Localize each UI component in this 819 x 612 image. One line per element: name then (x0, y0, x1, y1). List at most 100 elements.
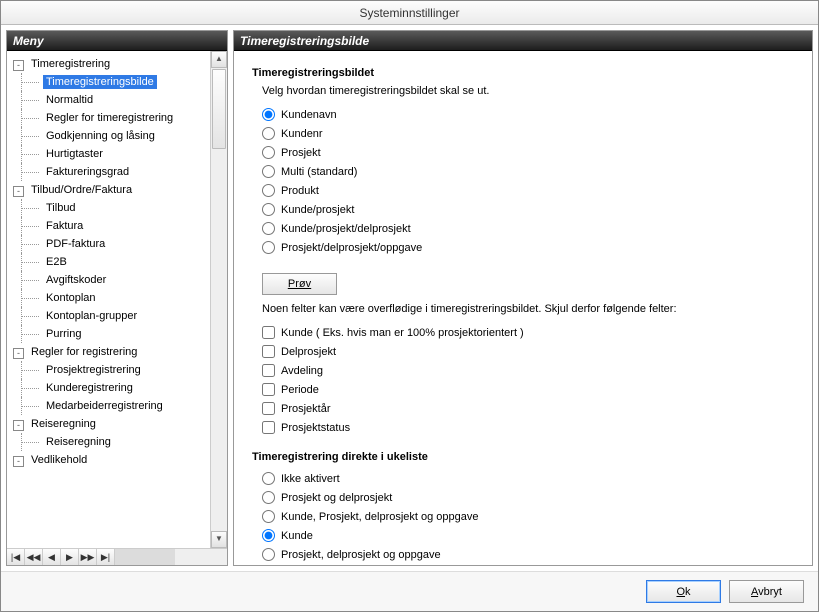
hide-field-checkbox-2[interactable] (262, 364, 275, 377)
vertical-scrollbar[interactable]: ▲ ▼ (210, 51, 227, 548)
tree-tilbud-ordre-faktura[interactable]: -Tilbud/Ordre/Faktura (9, 181, 210, 199)
view-mode-radio-1[interactable] (262, 127, 275, 140)
hide-field-option-2[interactable]: Avdeling (262, 361, 794, 380)
view-mode-option-1[interactable]: Kundenr (262, 124, 794, 143)
weeklist-option-4[interactable]: Prosjekt, delprosjekt og oppgave (262, 545, 794, 564)
view-mode-radio-3[interactable] (262, 165, 275, 178)
tree-normaltid[interactable]: Normaltid (9, 91, 210, 109)
ok-button[interactable]: Ok (646, 580, 721, 603)
hide-field-option-0[interactable]: Kunde ( Eks. hvis man er 100% prosjektor… (262, 323, 794, 342)
view-mode-radio-2[interactable] (262, 146, 275, 159)
tree-avgiftskoder[interactable]: Avgiftskoder (9, 271, 210, 289)
tree-kunderegistrering[interactable]: Kunderegistrering (9, 379, 210, 397)
scroll-down-button[interactable]: ▼ (211, 531, 227, 548)
nav-btn-3[interactable]: ▶ (61, 549, 79, 565)
tree-regler-for-registrering-label[interactable]: Regler for registrering (28, 345, 140, 359)
tree-faktureringsgrad-label[interactable]: Faktureringsgrad (43, 165, 132, 179)
tree-timeregistreringsbilde[interactable]: Timeregistreringsbilde (9, 73, 210, 91)
tree-purring[interactable]: Purring (9, 325, 210, 343)
hide-field-checkbox-0[interactable] (262, 326, 275, 339)
tree-pdf-faktura[interactable]: PDF-faktura (9, 235, 210, 253)
nav-btn-5[interactable]: ▶| (97, 549, 115, 565)
hide-field-checkbox-5[interactable] (262, 421, 275, 434)
tree-prosjektregistrering-label[interactable]: Prosjektregistrering (43, 363, 144, 377)
tree-purring-label[interactable]: Purring (43, 327, 84, 341)
tree-tilbud-ordre-faktura-label[interactable]: Tilbud/Ordre/Faktura (28, 183, 135, 197)
hide-field-option-4[interactable]: Prosjektår (262, 399, 794, 418)
weeklist-option-0[interactable]: Ikke aktivert (262, 469, 794, 488)
view-mode-option-5[interactable]: Kunde/prosjekt (262, 200, 794, 219)
tree-regler-for-registrering[interactable]: -Regler for registrering (9, 343, 210, 361)
scroll-thumb[interactable] (212, 69, 226, 149)
view-mode-option-2[interactable]: Prosjekt (262, 143, 794, 162)
tree-hurtigtaster[interactable]: Hurtigtaster (9, 145, 210, 163)
hide-field-option-3[interactable]: Periode (262, 380, 794, 399)
tree-regler-for-registrering-toggle[interactable]: - (13, 348, 24, 359)
tree-prosjektregistrering[interactable]: Prosjektregistrering (9, 361, 210, 379)
hide-field-option-1[interactable]: Delprosjekt (262, 342, 794, 361)
view-mode-radio-0[interactable] (262, 108, 275, 121)
nav-btn-4[interactable]: ▶▶ (79, 549, 97, 565)
view-mode-radio-4[interactable] (262, 184, 275, 197)
tree-vedlikehold-label[interactable]: Vedlikehold (28, 453, 90, 467)
tree-tilbud-label[interactable]: Tilbud (43, 201, 79, 215)
hide-field-option-5[interactable]: Prosjektstatus (262, 418, 794, 437)
try-button[interactable]: Prøv (262, 273, 337, 295)
nav-btn-1[interactable]: ◀◀ (25, 549, 43, 565)
tree-kunderegistrering-label[interactable]: Kunderegistrering (43, 381, 136, 395)
tree-hurtigtaster-label[interactable]: Hurtigtaster (43, 147, 106, 161)
weeklist-option-1[interactable]: Prosjekt og delprosjekt (262, 488, 794, 507)
tree-medarbeiderregistrering[interactable]: Medarbeiderregistrering (9, 397, 210, 415)
tree-reiseregning-sub-label[interactable]: Reiseregning (43, 435, 114, 449)
weeklist-radio-4[interactable] (262, 548, 275, 561)
tree-tilbud-ordre-faktura-toggle[interactable]: - (13, 186, 24, 197)
view-mode-option-0[interactable]: Kundenavn (262, 105, 794, 124)
tree-e2b-label[interactable]: E2B (43, 255, 70, 269)
weeklist-radio-0[interactable] (262, 472, 275, 485)
tree-tilbud[interactable]: Tilbud (9, 199, 210, 217)
hide-field-checkbox-4[interactable] (262, 402, 275, 415)
view-mode-option-3[interactable]: Multi (standard) (262, 162, 794, 181)
hide-field-checkbox-1[interactable] (262, 345, 275, 358)
tree-godkjenning-og-lasing[interactable]: Godkjenning og låsing (9, 127, 210, 145)
tree-reiseregning-sub[interactable]: Reiseregning (9, 433, 210, 451)
view-mode-option-4[interactable]: Produkt (262, 181, 794, 200)
tree-faktura[interactable]: Faktura (9, 217, 210, 235)
tree-vedlikehold-toggle[interactable]: - (13, 456, 24, 467)
tree-godkjenning-og-lasing-label[interactable]: Godkjenning og låsing (43, 129, 158, 143)
tree-avgiftskoder-label[interactable]: Avgiftskoder (43, 273, 109, 287)
tree-timeregistrering[interactable]: -Timeregistrering (9, 55, 210, 73)
weeklist-radio-1[interactable] (262, 491, 275, 504)
tree-faktura-label[interactable]: Faktura (43, 219, 86, 233)
view-mode-option-7[interactable]: Prosjekt/delprosjekt/oppgave (262, 238, 794, 257)
view-mode-radio-5[interactable] (262, 203, 275, 216)
tree-e2b[interactable]: E2B (9, 253, 210, 271)
tree-vedlikehold[interactable]: -Vedlikehold (9, 451, 210, 469)
tree-timeregistrering-label[interactable]: Timeregistrering (28, 57, 113, 71)
nav-btn-0[interactable]: |◀ (7, 549, 25, 565)
view-mode-radio-7[interactable] (262, 241, 275, 254)
tree-normaltid-label[interactable]: Normaltid (43, 93, 96, 107)
tree-kontoplan-label[interactable]: Kontoplan (43, 291, 99, 305)
weeklist-option-2[interactable]: Kunde, Prosjekt, delprosjekt og oppgave (262, 507, 794, 526)
tree-timeregistrering-toggle[interactable]: - (13, 60, 24, 71)
tree-timeregistreringsbilde-label[interactable]: Timeregistreringsbilde (43, 75, 157, 89)
weeklist-radio-2[interactable] (262, 510, 275, 523)
tree-faktureringsgrad[interactable]: Faktureringsgrad (9, 163, 210, 181)
tree-reiseregning-label[interactable]: Reiseregning (28, 417, 99, 431)
tree-regler-for-timeregistrering-label[interactable]: Regler for timeregistrering (43, 111, 176, 125)
view-mode-option-6[interactable]: Kunde/prosjekt/delprosjekt (262, 219, 794, 238)
tree-kontoplan-grupper[interactable]: Kontoplan-grupper (9, 307, 210, 325)
tree-reiseregning-toggle[interactable]: - (13, 420, 24, 431)
tree-regler-for-timeregistrering[interactable]: Regler for timeregistrering (9, 109, 210, 127)
weeklist-option-3[interactable]: Kunde (262, 526, 794, 545)
hide-field-checkbox-3[interactable] (262, 383, 275, 396)
view-mode-radio-6[interactable] (262, 222, 275, 235)
scroll-up-button[interactable]: ▲ (211, 51, 227, 68)
tree-medarbeiderregistrering-label[interactable]: Medarbeiderregistrering (43, 399, 166, 413)
tree-pdf-faktura-label[interactable]: PDF-faktura (43, 237, 108, 251)
nav-btn-2[interactable]: ◀ (43, 549, 61, 565)
cancel-button[interactable]: Avbryt (729, 580, 804, 603)
tree-kontoplan-grupper-label[interactable]: Kontoplan-grupper (43, 309, 140, 323)
tree-kontoplan[interactable]: Kontoplan (9, 289, 210, 307)
